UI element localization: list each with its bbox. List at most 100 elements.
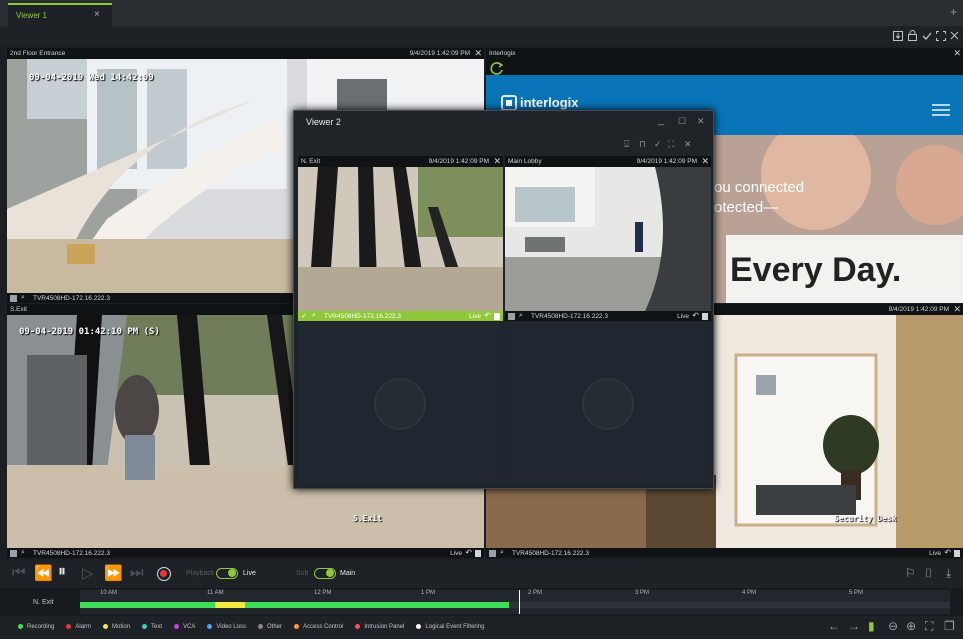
close-icon[interactable] xyxy=(950,31,959,40)
play-icon[interactable]: ▷ xyxy=(82,564,94,582)
legend-item[interactable]: Text xyxy=(142,623,162,630)
select-checkbox[interactable] xyxy=(10,295,17,302)
legend-dot-icon xyxy=(174,623,180,629)
camera-tile-n-exit[interactable]: N. Exit 9/4/2019 1:42:09 PM ✕ ✓ ⌕ TVR450… xyxy=(298,156,503,321)
legend-item[interactable]: Logical Event Filtering xyxy=(416,623,485,630)
return-icon[interactable]: ↶ xyxy=(692,311,699,320)
bookmark-icon[interactable] xyxy=(702,313,708,320)
legend-label: Other xyxy=(266,624,282,630)
legend-item[interactable]: Intrusion Panel xyxy=(355,623,405,630)
legend-item[interactable]: Video Loss xyxy=(207,623,246,630)
download-icon[interactable]: ⍗ xyxy=(624,139,629,150)
timeline-track-area[interactable]: 10 AM 11 AM 12 PM 1 PM 2 PM 3 PM 4 PM 5 PM xyxy=(80,590,950,614)
record-button[interactable] xyxy=(157,567,171,581)
legend-label: Video Loss xyxy=(216,624,246,630)
close-icon[interactable]: × xyxy=(94,9,100,20)
camera-tile-main-lobby[interactable]: Main Lobby 9/4/2019 1:42:09 PM ✕ ⌕ TVR45… xyxy=(505,156,711,321)
download-icon[interactable]: ⤓ xyxy=(946,566,951,581)
fit-icon[interactable]: ⛶ xyxy=(925,619,933,634)
window-icon[interactable]: ❐ xyxy=(944,619,955,633)
legend-item[interactable]: Alarm xyxy=(66,623,91,630)
return-icon[interactable]: ↶ xyxy=(944,548,951,557)
banner-headline: Every Day. xyxy=(730,251,902,289)
close-icon[interactable]: ✕ xyxy=(697,116,705,127)
timeline[interactable]: N. Exit 10 AM 11 AM 12 PM 1 PM 2 PM 3 PM 4 PM 5… xyxy=(0,588,963,616)
add-tab-icon[interactable]: + xyxy=(950,5,957,19)
toggle-knob xyxy=(228,569,236,577)
pause-icon[interactable]: ⏸ xyxy=(58,563,66,581)
close-icon[interactable]: ✕ xyxy=(684,139,692,150)
zoom-in-icon[interactable]: ⊕ xyxy=(906,619,916,633)
zoom-out-icon[interactable]: ⊖ xyxy=(888,619,898,633)
menu-icon[interactable] xyxy=(932,103,950,117)
camera-name: N. Exit xyxy=(301,158,321,165)
empty-tile-slot[interactable] xyxy=(505,322,711,486)
check-icon[interactable] xyxy=(922,31,932,41)
playback-label: Playback xyxy=(186,570,215,577)
bookmark-icon[interactable] xyxy=(494,313,500,320)
return-icon[interactable]: ↶ xyxy=(465,548,472,557)
stream-toggle[interactable] xyxy=(314,568,336,579)
playback-controls: ⏮ ⏪ ⏸ ▷ ⏩ ⏭ Playback Live Sub Main ⚐ ⌷ ⤓ xyxy=(0,560,963,588)
skip-start-icon[interactable]: ⏮ xyxy=(12,564,26,581)
refresh-icon[interactable] xyxy=(490,61,504,75)
fullscreen-icon[interactable]: ⛶ xyxy=(668,139,674,150)
legend-item[interactable]: Other xyxy=(257,623,282,630)
select-checkbox[interactable] xyxy=(489,550,496,557)
minimize-icon[interactable]: _ xyxy=(658,114,664,126)
legend-label: Logical Event Filtering xyxy=(425,624,485,630)
camera-label-overlay: Security Desk xyxy=(834,514,897,523)
skip-end-icon[interactable]: ⏭ xyxy=(130,564,144,581)
toggle-knob xyxy=(326,569,334,577)
timestamp: 9/4/2019 1:42:09 PM xyxy=(636,158,697,165)
viewer-2-window[interactable]: Viewer 2 _ ☐ ✕ ⍗ ⊓ ✓ ⛶ ✕ N. Exit 9/4/201… xyxy=(293,110,714,489)
live-status: Live xyxy=(929,550,941,557)
arrow-right-icon[interactable]: → xyxy=(848,619,860,633)
bookmark-outline-icon[interactable]: ⚐ xyxy=(905,566,916,580)
maximize-icon[interactable]: ☐ xyxy=(678,116,686,127)
legend-item[interactable]: Access Control xyxy=(294,623,343,630)
check-icon[interactable]: ✓ xyxy=(654,139,662,150)
fullscreen-icon[interactable] xyxy=(936,31,946,41)
hour-label: 5 PM xyxy=(849,590,864,596)
tab-viewer-1[interactable]: Viewer 1 × xyxy=(8,3,112,26)
timeline-cursor[interactable] xyxy=(519,590,521,614)
lock-icon[interactable]: ⊓ xyxy=(639,139,646,150)
empty-tile-slot[interactable] xyxy=(298,322,503,486)
timeline-camera-name: N. Exit xyxy=(33,599,54,606)
snapshot-icon[interactable]: ⌷ xyxy=(925,566,932,581)
arrow-left-icon[interactable]: ← xyxy=(828,619,840,633)
bookmark-icon[interactable] xyxy=(954,550,960,557)
close-icon[interactable]: ✕ xyxy=(493,156,501,167)
fast-forward-icon[interactable]: ⏩ xyxy=(104,564,123,582)
legend-dot-icon xyxy=(355,623,361,629)
return-icon[interactable]: ↶ xyxy=(484,311,491,320)
video-feed xyxy=(505,167,711,311)
bookmark-icon[interactable]: ▮ xyxy=(868,619,875,633)
video-timestamp-overlay: 09-04-2019 01:42:10 PM (S) xyxy=(19,327,160,337)
camera-name: 2nd Floor Entrance xyxy=(10,50,66,57)
hour-label: 11 AM xyxy=(207,590,224,596)
close-icon[interactable]: ✕ xyxy=(701,156,709,167)
download-icon[interactable] xyxy=(893,31,903,41)
legend-label: Intrusion Panel xyxy=(364,624,405,630)
legend-dot-icon xyxy=(66,623,72,629)
select-checkbox[interactable] xyxy=(508,313,515,320)
select-checkbox[interactable] xyxy=(10,550,17,557)
playback-live-toggle[interactable] xyxy=(216,568,238,579)
legend-item[interactable]: VCA xyxy=(174,623,195,630)
lock-icon[interactable] xyxy=(908,30,917,41)
legend-item[interactable]: Recording xyxy=(18,623,54,630)
device-name: TVR4508HD-172.16.222.3 xyxy=(531,313,608,320)
tile-footer: ⌕ TVR4508HD-172.16.222.3 Live ↶ xyxy=(7,548,484,558)
bookmark-icon[interactable] xyxy=(475,550,481,557)
close-icon[interactable]: ✕ xyxy=(953,48,961,59)
hour-label: 1 PM xyxy=(421,590,436,596)
rewind-icon[interactable]: ⏪ xyxy=(34,564,53,582)
close-icon[interactable]: ✕ xyxy=(953,304,961,315)
tab-label: Viewer 1 xyxy=(16,11,47,20)
checked-icon[interactable]: ✓ xyxy=(301,312,307,320)
close-icon[interactable]: ✕ xyxy=(474,48,482,59)
hour-label: 2 PM xyxy=(528,590,543,596)
legend-item[interactable]: Motion xyxy=(103,623,130,630)
